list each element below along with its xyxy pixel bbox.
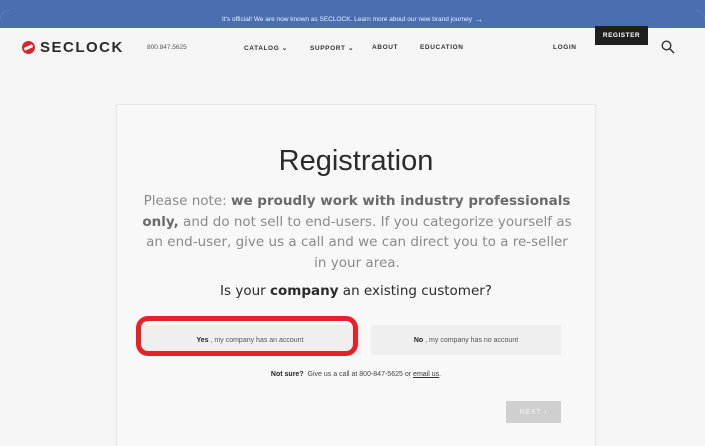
- registration-card: Registration Please note: we proudly wor…: [116, 104, 596, 446]
- no-account-option[interactable]: No, my company has no account: [371, 325, 561, 355]
- question-prefix: Is your: [220, 283, 270, 299]
- email-us-link[interactable]: email us: [413, 371, 439, 378]
- annotation-highlight: [136, 316, 358, 356]
- login-link[interactable]: LOGIN: [553, 44, 577, 51]
- search-icon[interactable]: [661, 40, 675, 54]
- note-prefix: Please note:: [143, 193, 231, 209]
- menu-support[interactable]: SUPPORT ⌄: [310, 44, 354, 52]
- seclock-logo[interactable]: SECLOCK: [22, 39, 124, 56]
- menu-about[interactable]: ABOUT: [372, 44, 398, 51]
- question-suffix: an existing customer?: [338, 283, 492, 299]
- note-body: and do not sell to end-users. If you cat…: [146, 213, 572, 271]
- customer-question: Is your company an existing customer?: [117, 283, 595, 299]
- not-sure-label: Not sure?: [270, 371, 304, 378]
- announcement-text[interactable]: It's official! We are now known as SECLO…: [222, 16, 472, 23]
- register-button[interactable]: REGISTER: [595, 26, 648, 45]
- next-button[interactable]: NEXT ›: [506, 401, 561, 423]
- arrow-right-icon[interactable]: →: [475, 15, 483, 24]
- phone-number[interactable]: 800.847.5625: [147, 44, 187, 51]
- question-emphasis: company: [269, 283, 339, 299]
- professionals-note: Please note: we proudly work with indust…: [141, 191, 573, 273]
- not-sure-help: Not sure? Give us a call at 800-847-5625…: [117, 371, 595, 378]
- logo-mark-icon: [22, 41, 35, 54]
- menu-education[interactable]: EDUCATION: [420, 44, 464, 51]
- no-description: , my company has no account: [425, 336, 519, 344]
- no-label: No: [413, 336, 424, 344]
- menu-catalog[interactable]: CATALOG ⌄: [244, 44, 288, 52]
- not-sure-period: .: [439, 371, 442, 378]
- not-sure-text: Give us a call at 800-847-5625 or: [305, 371, 412, 378]
- page-title: Registration: [278, 145, 434, 177]
- browser-page: It's official! We are now known as SECLO…: [0, 10, 705, 446]
- logo-text: SECLOCK: [40, 39, 124, 56]
